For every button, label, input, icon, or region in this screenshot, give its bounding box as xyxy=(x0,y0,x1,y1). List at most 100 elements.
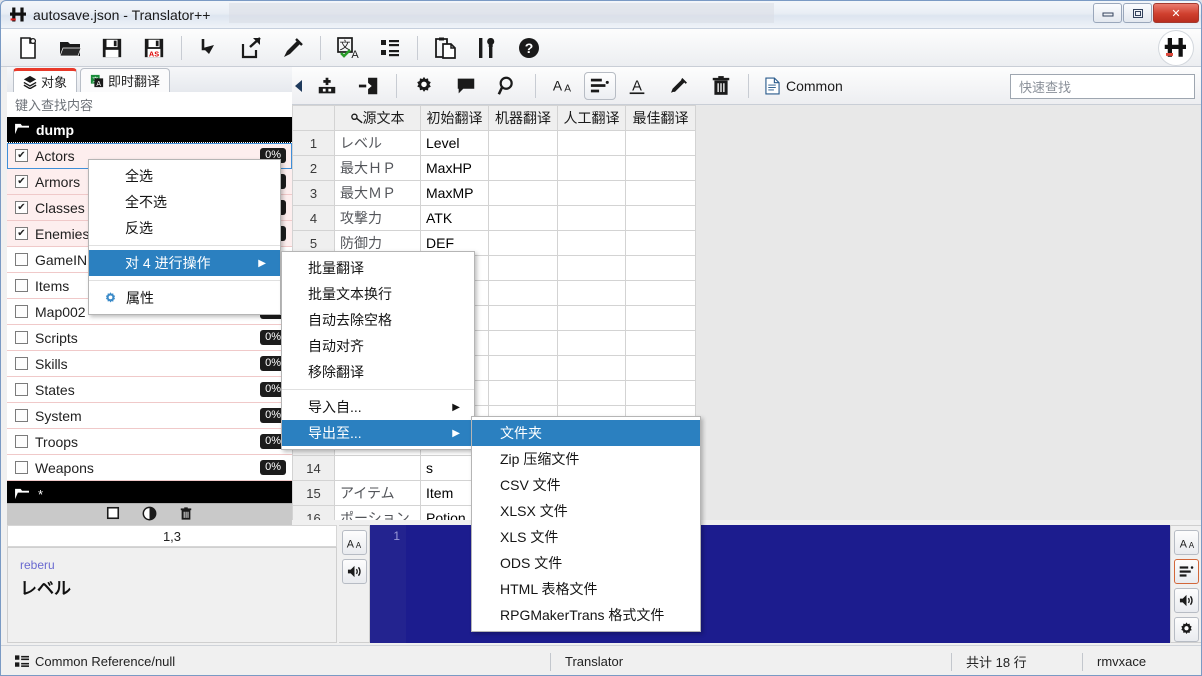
menu-item-deselect-all[interactable]: 全不选 xyxy=(89,189,280,215)
app-logo-button[interactable] xyxy=(1159,31,1193,65)
clipboard-button[interactable] xyxy=(424,31,466,65)
minimize-button[interactable] xyxy=(1093,3,1122,23)
cell-machine[interactable] xyxy=(489,256,558,281)
checkbox-armors[interactable]: ✔ xyxy=(15,175,28,188)
checkbox-gameini[interactable] xyxy=(15,253,28,266)
cell-source[interactable]: 攻撃力 xyxy=(335,206,421,231)
current-file-chip[interactable]: Common xyxy=(755,77,853,95)
cell-initial[interactable]: Level xyxy=(421,131,489,156)
menu-item-operate-on-selection[interactable]: 对 4 进行操作 ▶ xyxy=(89,250,280,276)
tree-item-troops[interactable]: Troops 0% xyxy=(7,429,292,455)
cell-best[interactable] xyxy=(626,156,696,181)
cell-machine[interactable] xyxy=(489,381,558,406)
cell-best[interactable] xyxy=(626,231,696,256)
cell-initial[interactable]: MaxHP xyxy=(421,156,489,181)
menu-item-auto-align[interactable]: 自动对齐 xyxy=(282,333,474,359)
menu-item-batch-wrap-text[interactable]: 批量文本换行 xyxy=(282,281,474,307)
font-size-button[interactable]: AA xyxy=(1174,530,1199,555)
cell-initial[interactable]: MaxMP xyxy=(421,181,489,206)
close-button[interactable]: ✕ xyxy=(1153,3,1199,23)
format-list-button[interactable] xyxy=(1174,559,1199,584)
tree-item-star[interactable]: * xyxy=(7,481,292,503)
cell-human[interactable] xyxy=(558,306,626,331)
cell-best[interactable] xyxy=(626,281,696,306)
inject-button[interactable] xyxy=(272,31,314,65)
export-button[interactable] xyxy=(230,31,272,65)
menu-item-auto-trim-spaces[interactable]: 自动去除空格 xyxy=(282,307,474,333)
import-button[interactable] xyxy=(188,31,230,65)
tab-instant-translate[interactable]: 文A 即时翻译 xyxy=(80,68,170,92)
checkbox-system[interactable] xyxy=(15,409,28,422)
cell-best[interactable] xyxy=(626,206,696,231)
checkbox-actors[interactable]: ✔ xyxy=(15,149,28,162)
tree-root-dump[interactable]: dump xyxy=(7,117,292,143)
cell-machine[interactable] xyxy=(489,356,558,381)
menu-item-export-zip[interactable]: Zip 压缩文件 xyxy=(472,446,700,472)
insert-row-button[interactable] xyxy=(348,69,390,103)
cell-machine[interactable] xyxy=(489,181,558,206)
brush-button[interactable] xyxy=(658,69,700,103)
comment-button[interactable] xyxy=(445,69,487,103)
save-button[interactable] xyxy=(91,31,133,65)
checkbox-items[interactable] xyxy=(15,279,28,292)
tree-item-skills[interactable]: Skills 0% xyxy=(7,351,292,377)
source-text-editor[interactable]: reberu レベル xyxy=(7,547,337,643)
menu-item-export-folder[interactable]: 文件夹 xyxy=(472,420,700,446)
grid-header-initial[interactable]: 初始翻译 xyxy=(421,106,489,131)
maximize-button[interactable] xyxy=(1123,3,1152,23)
menu-item-export-ods[interactable]: ODS 文件 xyxy=(472,550,700,576)
menu-item-export-xlsx[interactable]: XLSX 文件 xyxy=(472,498,700,524)
checkbox-states[interactable] xyxy=(15,383,28,396)
cell-initial[interactable]: ATK xyxy=(421,206,489,231)
translate-button[interactable]: 文A xyxy=(327,31,369,65)
cell-human[interactable] xyxy=(558,256,626,281)
add-row-button[interactable] xyxy=(306,69,348,103)
cell-machine[interactable] xyxy=(489,131,558,156)
cell-machine[interactable] xyxy=(489,156,558,181)
menu-item-properties[interactable]: 属性 xyxy=(89,285,280,311)
cell-best[interactable] xyxy=(626,256,696,281)
menu-item-export-to[interactable]: 导出至... ▶ xyxy=(282,420,474,446)
menu-item-import-from[interactable]: 导入自... ▶ xyxy=(282,394,474,420)
tree-item-states[interactable]: States 0% xyxy=(7,377,292,403)
contrast-button[interactable] xyxy=(142,506,157,524)
toggle-square-button[interactable] xyxy=(106,506,120,523)
menu-item-export-rpgmakertrans[interactable]: RPGMakerTrans 格式文件 xyxy=(472,602,700,628)
cell-best[interactable] xyxy=(626,306,696,331)
checkbox-troops[interactable] xyxy=(15,435,28,448)
tree-item-scripts[interactable]: Scripts 0% xyxy=(7,325,292,351)
cell-source[interactable]: レベル xyxy=(335,131,421,156)
text-style-button[interactable]: A xyxy=(616,69,658,103)
batch-list-button[interactable] xyxy=(369,31,411,65)
cell-source[interactable]: ポーション xyxy=(335,506,421,521)
cell-machine[interactable] xyxy=(489,331,558,356)
tree-search-input[interactable]: 键入查找内容 xyxy=(7,92,292,117)
table-row[interactable]: 1レベルLevel xyxy=(293,131,696,156)
help-button[interactable]: ? xyxy=(508,31,550,65)
settings-button[interactable] xyxy=(403,69,445,103)
checkbox-enemies[interactable]: ✔ xyxy=(15,227,28,240)
cell-source[interactable]: 最大ＨＰ xyxy=(335,156,421,181)
cell-machine[interactable] xyxy=(489,206,558,231)
cell-best[interactable] xyxy=(626,356,696,381)
menu-item-remove-translation[interactable]: 移除翻译 xyxy=(282,359,474,385)
delete-rows-button[interactable] xyxy=(700,69,742,103)
cell-human[interactable] xyxy=(558,206,626,231)
menu-item-export-csv[interactable]: CSV 文件 xyxy=(472,472,700,498)
grid-header-human[interactable]: 人工翻译 xyxy=(558,106,626,131)
cell-best[interactable] xyxy=(626,381,696,406)
delete-button[interactable] xyxy=(179,506,193,524)
save-as-button[interactable]: AS xyxy=(133,31,175,65)
cell-human[interactable] xyxy=(558,281,626,306)
cell-human[interactable] xyxy=(558,331,626,356)
checkbox-scripts[interactable] xyxy=(15,331,28,344)
grid-header-best[interactable]: 最佳翻译 xyxy=(626,106,696,131)
cell-machine[interactable] xyxy=(489,306,558,331)
font-size-button[interactable]: AA xyxy=(342,530,367,555)
tree-item-system[interactable]: System 0% xyxy=(7,403,292,429)
cell-human[interactable] xyxy=(558,381,626,406)
cell-source[interactable] xyxy=(335,456,421,481)
collapse-panel-button[interactable] xyxy=(292,67,306,105)
cell-machine[interactable] xyxy=(489,281,558,306)
table-row[interactable]: 3最大ＭＰMaxMP xyxy=(293,181,696,206)
